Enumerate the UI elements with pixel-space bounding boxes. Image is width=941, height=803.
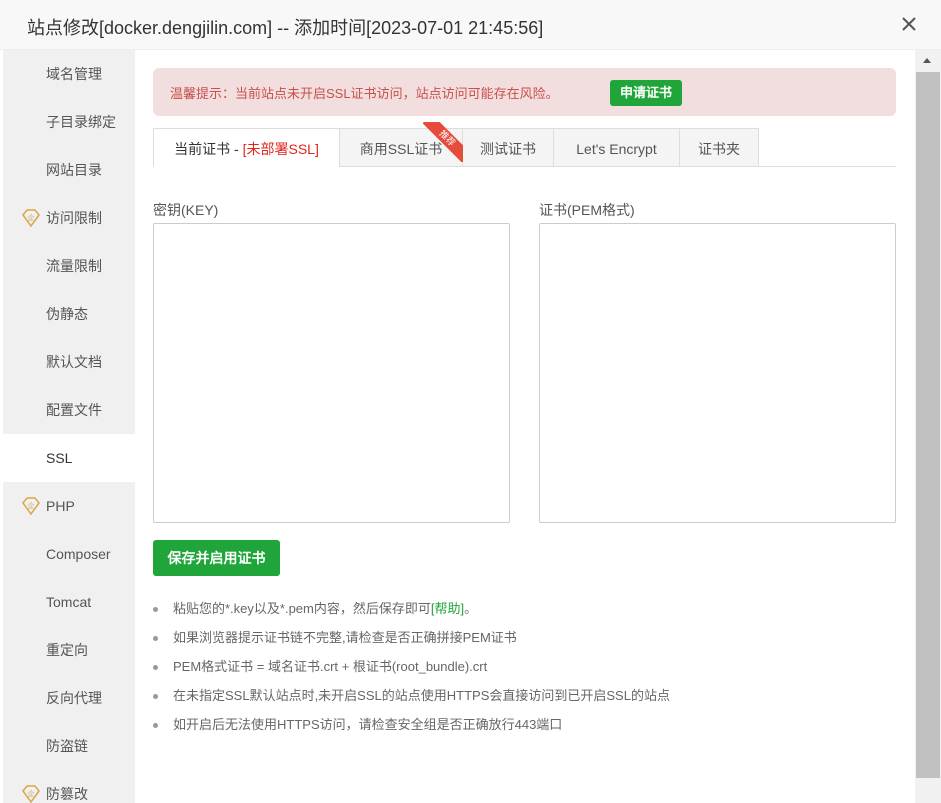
close-icon (902, 17, 916, 31)
ssl-panel: 温馨提示：当前站点未开启SSL证书访问，站点访问可能存在风险。 申请证书 当前证… (135, 50, 915, 803)
sidebar-item-label: 子目录绑定 (46, 114, 116, 130)
bullet-icon (153, 607, 158, 612)
sidebar-item-label: 流量限制 (46, 258, 102, 274)
save-and-enable-button[interactable]: 保存并启用证书 (153, 540, 280, 576)
tip-text: PEM格式证书 = 域名证书.crt + 根证书(root_bundle).cr… (173, 659, 488, 674)
sidebar-item-site-dir[interactable]: 网站目录 (3, 146, 135, 194)
key-textarea[interactable] (153, 223, 510, 523)
tip-text: 在未指定SSL默认站点时,未开启SSL的站点使用HTTPS会直接访问到已开启SS… (173, 688, 670, 703)
list-item: 粘贴您的*.key以及*.pem内容，然后保存即可[帮助]。 (153, 598, 896, 627)
tab-label: 当前证书 - (174, 141, 243, 157)
sidebar-item-label: 访问限制 (46, 210, 102, 226)
sidebar-item-subdir[interactable]: 子目录绑定 (3, 98, 135, 146)
bullet-icon (153, 636, 158, 641)
scrollbar-thumb[interactable] (916, 72, 940, 778)
bullet-icon (153, 694, 158, 699)
tab-label: Let's Encrypt (576, 141, 657, 157)
sidebar-item-hotlink[interactable]: 防盗链 (3, 722, 135, 770)
sidebar-item-label: PHP (46, 498, 75, 514)
sidebar-item-default-doc[interactable]: 默认文档 (3, 338, 135, 386)
sidebar-item-label: 反向代理 (46, 690, 102, 706)
pro-badge-icon: 企 (22, 785, 40, 803)
sidebar-item-label: SSL (46, 450, 73, 466)
tab-commercial-ssl[interactable]: 商用SSL证书 (339, 128, 463, 167)
cert-textarea[interactable] (539, 223, 896, 523)
close-button[interactable] (899, 14, 919, 34)
bullet-icon (153, 723, 158, 728)
pro-badge-icon: 企 (22, 209, 40, 227)
sidebar-item-access-limit[interactable]: 企 访问限制 (3, 194, 135, 242)
svg-text:企: 企 (28, 789, 35, 798)
tab-label: 商用SSL证书 (359, 141, 443, 157)
sidebar-item-traffic-limit[interactable]: 流量限制 (3, 242, 135, 290)
tab-label: 测试证书 (480, 141, 536, 157)
sidebar-item-label: 域名管理 (46, 66, 102, 82)
svg-text:企: 企 (28, 213, 35, 222)
sidebar-item-label: 防篡改 (46, 786, 88, 802)
list-item: 如开启后无法使用HTTPS访问，请检查安全组是否正确放行443端口 (153, 714, 896, 743)
warning-text: 温馨提示：当前站点未开启SSL证书访问，站点访问可能存在风险。 (170, 86, 559, 101)
apply-certificate-button[interactable]: 申请证书 (610, 80, 682, 106)
bullet-icon (153, 665, 158, 670)
sidebar-item-reverse-proxy[interactable]: 反向代理 (3, 674, 135, 722)
sidebar-item-config-file[interactable]: 配置文件 (3, 386, 135, 434)
sidebar-item-label: 伪静态 (46, 306, 88, 322)
sidebar-item-label: 网站目录 (46, 162, 102, 178)
tab-lets-encrypt[interactable]: Let's Encrypt (553, 128, 680, 167)
key-label: 密钥(KEY) (153, 202, 219, 218)
dialog-header: 站点修改[docker.dengjilin.com] -- 添加时间[2023-… (0, 0, 941, 50)
tip-text: 如开启后无法使用HTTPS访问，请检查安全组是否正确放行443端口 (173, 717, 563, 732)
sidebar-item-php[interactable]: 企 PHP (3, 482, 135, 530)
dialog-title: 站点修改[docker.dengjilin.com] -- 添加时间[2023-… (27, 18, 544, 38)
tab-current-cert[interactable]: 当前证书 - [未部署SSL] (153, 128, 340, 167)
sidebar-item-label: Tomcat (46, 594, 92, 610)
svg-text:企: 企 (28, 501, 35, 510)
sidebar-item-label: 重定向 (46, 642, 88, 658)
ssl-warning-alert: 温馨提示：当前站点未开启SSL证书访问，站点访问可能存在风险。 申请证书 (153, 68, 896, 116)
tip-text-suffix: 。 (464, 601, 478, 616)
tips-list: 粘贴您的*.key以及*.pem内容，然后保存即可[帮助]。 如果浏览器提示证书… (153, 598, 896, 743)
sidebar-item-tamper-proof[interactable]: 企 防篡改 (3, 770, 135, 803)
tab-label: 证书夹 (698, 141, 740, 157)
sidebar-item-redirect[interactable]: 重定向 (3, 626, 135, 674)
tab-cert-folder[interactable]: 证书夹 (679, 128, 759, 167)
sidebar-item-label: 防盗链 (46, 738, 88, 754)
scroll-up-arrow-icon[interactable] (923, 58, 931, 63)
cert-label: 证书(PEM格式) (539, 202, 635, 218)
tip-text: 粘贴您的*.key以及*.pem内容，然后保存即可 (173, 601, 431, 616)
list-item: PEM格式证书 = 域名证书.crt + 根证书(root_bundle).cr… (153, 656, 896, 685)
sidebar-item-label: 配置文件 (46, 402, 102, 418)
help-link[interactable]: [帮助] (431, 601, 464, 616)
pro-badge-icon: 企 (22, 497, 40, 515)
sidebar-item-rewrite[interactable]: 伪静态 (3, 290, 135, 338)
list-item: 如果浏览器提示证书链不完整,请检查是否正确拼接PEM证书 (153, 627, 896, 656)
list-item: 在未指定SSL默认站点时,未开启SSL的站点使用HTTPS会直接访问到已开启SS… (153, 685, 896, 714)
certificate-tabs: 当前证书 - [未部署SSL] 商用SSL证书 测试证书 Let's Encry… (153, 122, 896, 167)
scrollbar[interactable] (915, 50, 941, 803)
ssl-status-badge: [未部署SSL] (242, 141, 319, 157)
sidebar-item-label: Composer (46, 546, 111, 562)
sidebar-item-label: 默认文档 (46, 354, 102, 370)
sidebar-item-ssl[interactable]: SSL (3, 434, 135, 482)
sidebar-item-composer[interactable]: Composer (3, 530, 135, 578)
sidebar-item-domain[interactable]: 域名管理 (3, 50, 135, 98)
sidebar: 域名管理 子目录绑定 网站目录 企 访问限制 流量限制 伪静态 默认文档 配置文… (3, 50, 135, 803)
tip-text: 如果浏览器提示证书链不完整,请检查是否正确拼接PEM证书 (173, 630, 517, 645)
tab-test-cert[interactable]: 测试证书 (462, 128, 554, 167)
sidebar-item-tomcat[interactable]: Tomcat (3, 578, 135, 626)
